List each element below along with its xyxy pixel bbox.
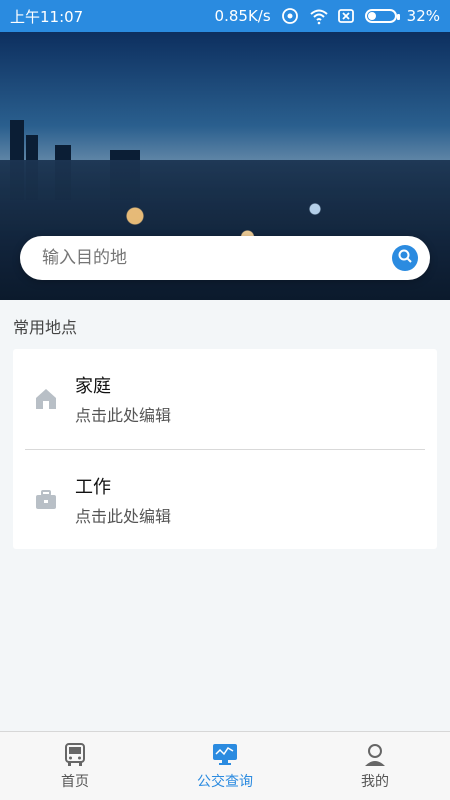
- search-icon: [397, 248, 413, 268]
- tab-label: 公交查询: [197, 773, 253, 790]
- place-title: 家庭: [75, 376, 111, 397]
- status-right: 0.85K/s 32%: [215, 7, 440, 25]
- place-home-text: 家庭 点击此处编辑: [75, 372, 171, 426]
- place-subtitle: 点击此处编辑: [75, 406, 172, 425]
- battery-percent: 32%: [406, 7, 440, 25]
- status-time: 上午11:07: [10, 7, 84, 26]
- place-home[interactable]: 家庭 点击此处编辑: [13, 349, 437, 449]
- place-work-text: 工作 点击此处编辑: [75, 473, 171, 527]
- search-input[interactable]: [40, 247, 392, 269]
- network-speed: 0.85K/s: [214, 7, 271, 25]
- place-title: 工作: [75, 477, 111, 498]
- battery-icon: [364, 9, 400, 23]
- no-sim-icon: [337, 7, 355, 25]
- battery-level-fill: [367, 12, 376, 20]
- search-bar[interactable]: [20, 236, 430, 280]
- place-work[interactable]: 工作 点击此处编辑: [13, 450, 437, 550]
- briefcase-icon: [31, 485, 61, 515]
- common-places-title: 常用地点: [13, 318, 78, 337]
- bus-icon: [15, 742, 135, 768]
- tab-profile[interactable]: 我的: [315, 742, 435, 791]
- hotspot-icon: [281, 7, 299, 25]
- place-subtitle: 点击此处编辑: [75, 507, 172, 526]
- bus-route-monitor-icon: [165, 742, 285, 768]
- status-bar: 上午11:07 0.85K/s 32%: [0, 0, 450, 32]
- tab-label: 我的: [361, 773, 389, 790]
- tab-bus-query[interactable]: 公交查询: [165, 742, 285, 791]
- tab-label: 首页: [61, 773, 89, 790]
- search-button[interactable]: [392, 245, 418, 271]
- bottom-tab-bar: 首页 公交查询 我的: [0, 731, 450, 800]
- tab-home[interactable]: 首页: [15, 742, 135, 791]
- user-icon: [315, 742, 435, 768]
- wifi-icon: [309, 7, 328, 25]
- home-icon: [31, 384, 61, 414]
- common-places-card: 家庭 点击此处编辑 工作 点击此处编辑: [13, 349, 437, 549]
